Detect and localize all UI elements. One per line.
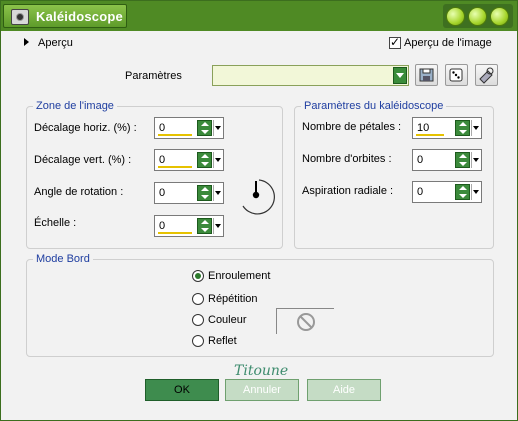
- edge-mode-title: Mode Bord: [33, 253, 93, 265]
- chevron-down-icon[interactable]: [393, 67, 407, 84]
- chevron-down-icon[interactable]: [213, 152, 221, 168]
- chevron-down-icon[interactable]: [213, 120, 221, 136]
- petals-slider[interactable]: [416, 134, 444, 136]
- spin-arrows-icon[interactable]: [197, 185, 212, 201]
- expand-preview-icon[interactable]: [24, 38, 29, 46]
- rotation-dial-icon[interactable]: [237, 176, 281, 216]
- radio-reflet[interactable]: [192, 335, 204, 347]
- dice-icon: [449, 68, 463, 82]
- radio-enroulement[interactable]: [192, 270, 204, 282]
- preview-image-checkbox[interactable]: [389, 35, 401, 49]
- radio-couleur[interactable]: [192, 314, 204, 326]
- chevron-down-icon[interactable]: [471, 184, 479, 200]
- watermark: Titoune: [234, 363, 289, 379]
- spin-arrows-icon[interactable]: [197, 152, 212, 168]
- reset-preset-button[interactable]: [475, 64, 498, 86]
- minimize-button[interactable]: [446, 7, 465, 26]
- radio-couleur-label[interactable]: Couleur: [208, 314, 247, 326]
- close-button[interactable]: [490, 7, 509, 26]
- window-controls: [443, 4, 513, 28]
- maximize-button[interactable]: [468, 7, 487, 26]
- orbits-spinner[interactable]: 0: [412, 149, 482, 171]
- radio-repetition[interactable]: [192, 293, 204, 305]
- title-bar[interactable]: Kaléidoscope: [1, 1, 517, 31]
- vertical-offset-slider[interactable]: [158, 166, 192, 168]
- radio-reflet-label[interactable]: Reflet: [208, 335, 237, 347]
- rotation-angle-label: Angle de rotation :: [34, 186, 124, 198]
- image-zone-title: Zone de l'image: [33, 100, 117, 112]
- vertical-offset-spinner[interactable]: 0: [154, 149, 224, 171]
- save-preset-button[interactable]: [415, 64, 438, 86]
- help-button[interactable]: Aide: [307, 379, 381, 401]
- radial-suction-value[interactable]: 0: [417, 186, 423, 198]
- chevron-down-icon[interactable]: [213, 185, 221, 201]
- scale-slider[interactable]: [158, 232, 192, 234]
- radial-suction-spinner[interactable]: 0: [412, 181, 482, 203]
- preview-expander-label[interactable]: Aperçu: [38, 37, 73, 49]
- camera-icon[interactable]: [11, 9, 29, 25]
- kaleidoscope-settings-title: Paramètres du kaléidoscope: [301, 100, 447, 112]
- petals-value[interactable]: 10: [417, 122, 429, 134]
- rotation-angle-spinner[interactable]: 0: [154, 182, 224, 204]
- spin-arrows-icon[interactable]: [455, 120, 470, 136]
- kaleidoscope-dialog: Kaléidoscope Aperçu Aperçu de l'image Pa…: [0, 0, 518, 421]
- scale-label: Échelle :: [34, 217, 77, 229]
- spin-arrows-icon[interactable]: [455, 184, 470, 200]
- horizontal-offset-slider[interactable]: [158, 134, 192, 136]
- orbits-label: Nombre d'orbites :: [302, 153, 392, 165]
- orbits-value[interactable]: 0: [417, 154, 423, 166]
- vertical-offset-label: Décalage vert. (%) :: [34, 154, 132, 166]
- vertical-offset-value[interactable]: 0: [159, 154, 165, 166]
- rotation-angle-value[interactable]: 0: [159, 187, 165, 199]
- color-swatch[interactable]: [276, 308, 334, 334]
- horizontal-offset-value[interactable]: 0: [159, 122, 165, 134]
- radio-enroulement-label[interactable]: Enroulement: [208, 270, 270, 282]
- horizontal-offset-label: Décalage horiz. (%) :: [34, 122, 137, 134]
- cancel-button[interactable]: Annuler: [225, 379, 299, 401]
- presets-label: Paramètres: [125, 70, 182, 82]
- save-icon: [419, 68, 434, 82]
- petals-spinner[interactable]: 10: [412, 117, 482, 139]
- radial-suction-label: Aspiration radiale :: [302, 185, 394, 197]
- scale-spinner[interactable]: 0: [154, 215, 224, 237]
- spin-arrows-icon[interactable]: [455, 152, 470, 168]
- reset-icon: [479, 67, 494, 84]
- preview-image-label[interactable]: Aperçu de l'image: [404, 37, 492, 49]
- radio-repetition-label[interactable]: Répétition: [208, 293, 258, 305]
- window-title: Kaléidoscope: [36, 9, 123, 24]
- spin-arrows-icon[interactable]: [197, 218, 212, 234]
- presets-combo[interactable]: [212, 65, 409, 86]
- scale-value[interactable]: 0: [159, 220, 165, 232]
- random-preset-button[interactable]: [445, 64, 468, 86]
- title-tab: Kaléidoscope: [3, 4, 127, 28]
- petals-label: Nombre de pétales :: [302, 121, 402, 133]
- chevron-down-icon[interactable]: [471, 120, 479, 136]
- no-color-icon: [297, 313, 315, 331]
- chevron-down-icon[interactable]: [471, 152, 479, 168]
- ok-button[interactable]: OK: [145, 379, 219, 401]
- horizontal-offset-spinner[interactable]: 0: [154, 117, 224, 139]
- chevron-down-icon[interactable]: [213, 218, 221, 234]
- spin-arrows-icon[interactable]: [197, 120, 212, 136]
